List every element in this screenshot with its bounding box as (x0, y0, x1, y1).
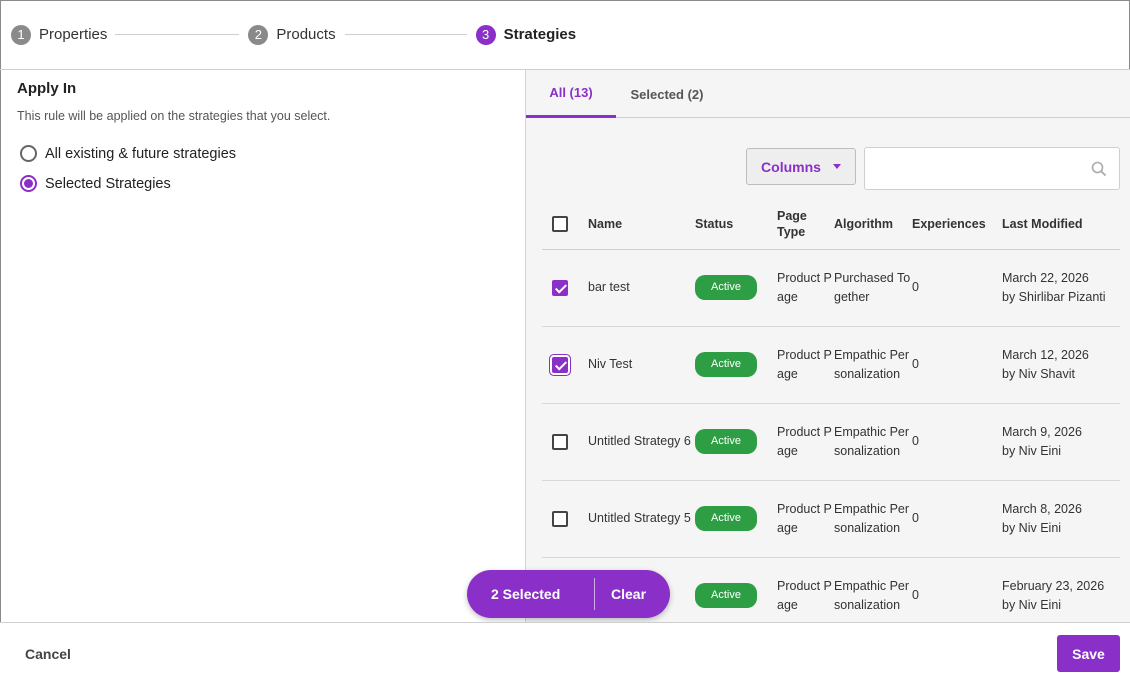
status-badge: Active (695, 352, 757, 377)
modified-date: March 22, 2026 (1002, 271, 1089, 285)
strategy-name: Niv Test (588, 357, 633, 372)
step-products[interactable]: 2 Products (248, 24, 336, 45)
column-header-status[interactable]: Status (695, 199, 777, 249)
status-badge: Active (695, 275, 757, 300)
step-label: Properties (39, 26, 108, 43)
column-header-algorithm[interactable]: Algorithm (834, 199, 912, 249)
row-checkbox[interactable] (552, 510, 568, 527)
row-checkbox[interactable] (552, 356, 568, 373)
selected-count: 2 Selected (491, 586, 561, 602)
radio-all-strategies[interactable]: All existing & future strategies (20, 145, 236, 162)
column-header-name[interactable]: Name (588, 199, 695, 249)
page-type: Product Page (777, 502, 832, 535)
modified-by: by Niv Shavit (1002, 366, 1075, 381)
step-label: Strategies (503, 26, 577, 43)
modified-by: by Niv Eini (1002, 443, 1062, 458)
radio-label: Selected Strategies (45, 175, 171, 192)
apply-in-panel: Apply In This rule will be applied on th… (0, 70, 526, 622)
tab-selected[interactable]: Selected (2) (622, 70, 712, 118)
strategies-panel: All (13) Selected (2) Columns Name Statu… (526, 70, 1130, 622)
algorithm: Empathic Personalization (834, 425, 910, 458)
radio-label: All existing & future strategies (45, 145, 237, 162)
column-header-experiences[interactable]: Experiences (912, 199, 1002, 249)
search-input[interactable] (864, 147, 1120, 190)
cancel-button[interactable]: Cancel (25, 646, 71, 662)
step-number: 3 (475, 24, 496, 45)
search-icon (1091, 161, 1107, 177)
experiences-count: 0 (912, 357, 919, 372)
selection-bar: 2 Selected Clear (467, 570, 670, 618)
radio-button[interactable] (20, 145, 37, 162)
experiences-count: 0 (912, 511, 919, 526)
column-header-page-type[interactable]: Page Type (777, 199, 834, 249)
table-row[interactable]: Untitled Strategy 5 Active Product Page … (542, 480, 1120, 557)
page-type: Product Page (777, 271, 832, 304)
experiences-count: 0 (912, 588, 919, 603)
radio-selected-strategies[interactable]: Selected Strategies (20, 175, 171, 192)
page-type: Product Page (777, 425, 832, 458)
clear-selection-button[interactable]: Clear (595, 586, 646, 602)
column-header-last-modified[interactable]: Last Modified (1002, 199, 1120, 249)
save-button[interactable]: Save (1057, 635, 1120, 672)
select-all-cell (542, 199, 588, 249)
algorithm: Empathic Personalization (834, 502, 910, 535)
select-all-checkbox[interactable] (552, 215, 568, 232)
last-modified: February 23, 2026 by Niv Eini (1002, 557, 1120, 622)
step-connector (344, 34, 467, 35)
chevron-down-icon (832, 164, 841, 169)
last-modified: March 8, 2026 by Niv Eini (1002, 480, 1120, 557)
algorithm: Empathic Personalization (834, 579, 910, 612)
table-row[interactable]: bar test Active Product Page Purchased T… (542, 249, 1120, 326)
modified-date: March 9, 2026 (1002, 425, 1082, 439)
modified-by: by Shirlibar Pizanti (1002, 289, 1106, 304)
columns-label: Columns (761, 158, 821, 175)
apply-in-description: This rule will be applied on the strateg… (17, 109, 331, 123)
columns-button[interactable]: Columns (746, 148, 856, 185)
last-modified: March 12, 2026 by Niv Shavit (1002, 326, 1120, 403)
algorithm: Purchased Together (834, 271, 911, 304)
modified-date: February 23, 2026 (1002, 579, 1105, 593)
step-properties[interactable]: 1 Properties (11, 24, 108, 45)
last-modified: March 22, 2026 by Shirlibar Pizanti (1002, 249, 1120, 326)
experiences-count: 0 (912, 434, 919, 449)
modified-date: March 12, 2026 (1002, 348, 1089, 362)
step-number: 1 (11, 24, 31, 45)
strategy-name: Untitled Strategy 5 (588, 511, 691, 526)
strategy-name: Untitled Strategy 6 (588, 434, 691, 449)
step-strategies[interactable]: 3 Strategies (475, 24, 577, 45)
table-row[interactable]: Untitled Strategy 6 Active Product Page … (542, 403, 1120, 480)
radio-button[interactable] (20, 175, 37, 192)
row-checkbox[interactable] (552, 279, 568, 296)
modified-date: March 8, 2026 (1002, 502, 1082, 516)
footer-bar: Cancel Save (0, 622, 1130, 674)
algorithm: Empathic Personalization (834, 348, 910, 381)
strategy-name: bar test (588, 280, 630, 295)
modified-by: by Niv Eini (1002, 520, 1062, 535)
step-connector (115, 34, 240, 35)
table-header-row: Name Status Page Type Algorithm Experien… (542, 199, 1120, 249)
status-badge: Active (695, 429, 757, 454)
experiences-count: 0 (912, 280, 919, 295)
status-badge: Active (695, 583, 757, 608)
apply-in-title: Apply In (17, 80, 77, 97)
step-number: 2 (248, 24, 269, 45)
strategies-table: Name Status Page Type Algorithm Experien… (542, 199, 1120, 622)
tab-all[interactable]: All (13) (526, 70, 616, 118)
page-type: Product Page (777, 348, 832, 381)
last-modified: March 9, 2026 by Niv Eini (1002, 403, 1120, 480)
modified-by: by Niv Eini (1002, 597, 1062, 612)
step-label: Products (276, 26, 336, 43)
status-badge: Active (695, 506, 757, 531)
tab-bar: All (13) Selected (2) (526, 70, 1130, 118)
table-row[interactable]: Niv Test Active Product Page Empathic Pe… (542, 326, 1120, 403)
page-type: Product Page (777, 579, 832, 612)
row-checkbox[interactable] (552, 433, 568, 450)
stepper: 1 Properties 2 Products 3 Strategies (0, 0, 1130, 70)
